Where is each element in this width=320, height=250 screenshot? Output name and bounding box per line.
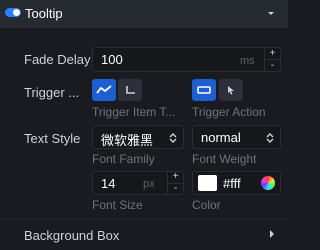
- trigger-item-axis-button[interactable]: [118, 79, 142, 101]
- fade-delay-input[interactable]: 100 ms + -: [92, 47, 281, 72]
- font-weight-caption: Font Weight: [192, 152, 257, 166]
- font-size-stepper[interactable]: + -: [167, 172, 183, 194]
- color-swatch[interactable]: [198, 175, 217, 191]
- line-chart-icon: [96, 85, 112, 94]
- select-caret-icon: [266, 133, 274, 143]
- fade-delay-label: Fade Delay: [24, 52, 91, 67]
- fade-delay-increment-button[interactable]: +: [265, 48, 280, 59]
- font-weight-value: normal: [201, 130, 241, 145]
- mousemove-icon: [197, 86, 211, 94]
- trigger-label: Trigger ...: [24, 85, 80, 100]
- color-picker[interactable]: #fff: [192, 171, 281, 195]
- color-wheel-icon[interactable]: [261, 176, 275, 190]
- color-value: #fff: [223, 176, 241, 191]
- trigger-action-caption: Trigger Action: [192, 105, 266, 119]
- color-caption: Color: [192, 198, 221, 212]
- text-style-label: Text Style: [24, 131, 81, 146]
- toggle-knob: [13, 9, 20, 16]
- fade-delay-decrement-button[interactable]: -: [265, 59, 280, 71]
- font-size-caption: Font Size: [92, 198, 143, 212]
- tooltip-toggle[interactable]: [5, 8, 21, 17]
- font-size-value: 14: [101, 176, 116, 191]
- font-size-increment-button[interactable]: +: [168, 172, 183, 183]
- font-weight-select[interactable]: normal: [192, 125, 281, 149]
- trigger-item-line-button[interactable]: [92, 79, 116, 101]
- trigger-action-mousemove-button[interactable]: [192, 79, 216, 101]
- background-box-label[interactable]: Background Box: [24, 228, 119, 243]
- divider: [0, 218, 288, 219]
- trigger-action-click-button[interactable]: [219, 79, 243, 101]
- font-size-input[interactable]: 14 px + -: [92, 171, 184, 195]
- font-family-value: 微软雅黑: [101, 133, 154, 148]
- fade-delay-stepper[interactable]: + -: [264, 48, 280, 71]
- click-pointer-icon: [228, 86, 234, 95]
- font-size-unit: px: [143, 178, 155, 190]
- font-family-select[interactable]: 微软雅黑: [92, 125, 184, 149]
- chevron-right-icon[interactable]: [268, 229, 276, 239]
- chevron-down-icon[interactable]: [266, 8, 276, 18]
- font-size-decrement-button[interactable]: -: [168, 182, 183, 195]
- select-caret-icon: [169, 133, 177, 143]
- trigger-item-caption: Trigger Item T...: [92, 105, 176, 119]
- fade-delay-unit: ms: [240, 55, 255, 67]
- panel-title: Tooltip: [25, 6, 63, 21]
- fade-delay-value: 100: [101, 52, 123, 67]
- axis-icon: [126, 86, 135, 94]
- font-family-caption: Font Family: [92, 152, 155, 166]
- panel-header[interactable]: Tooltip: [0, 0, 288, 28]
